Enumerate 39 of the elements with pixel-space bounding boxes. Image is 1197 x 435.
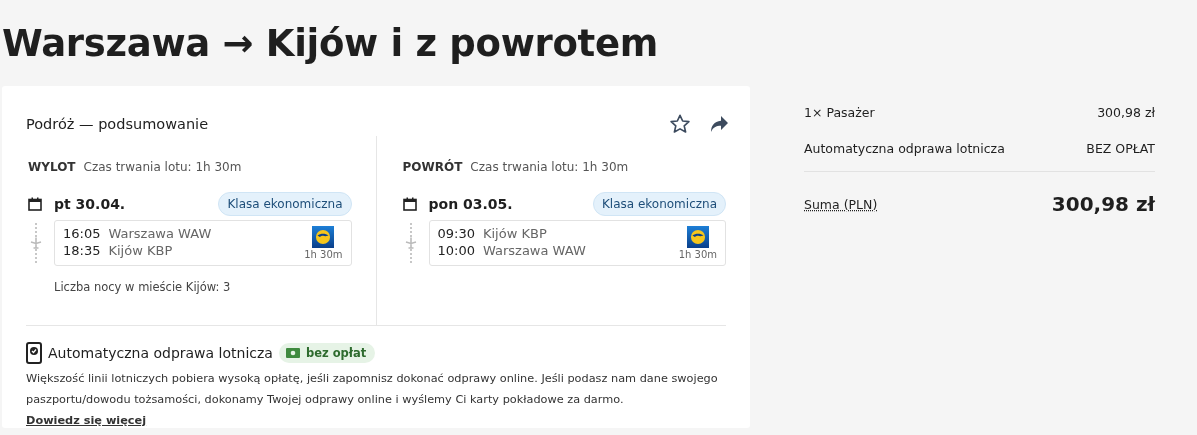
banknote-icon	[285, 348, 300, 358]
flight-segment-card[interactable]: 16:05 Warszawa WAW 18:35 Kijów KBP 1h 30m	[54, 220, 352, 266]
arrival-time: 18:35	[63, 243, 101, 260]
departure-airport: Warszawa WAW	[108, 226, 212, 243]
total-label: Suma (PLN)	[804, 196, 878, 212]
arrival-airport: Kijów KBP	[108, 243, 174, 260]
leg-label: WYLOT	[28, 160, 76, 174]
summary-label: 1× Pasażer	[804, 105, 875, 120]
segment-duration: 1h 30m	[678, 249, 717, 260]
phone-check-icon	[26, 342, 42, 364]
flight-segment-card[interactable]: 09:30 Kijów KBP 10:00 Warszawa WAW 1h 30m	[428, 220, 726, 266]
segment-duration: 1h 30m	[304, 249, 343, 260]
arrival-time: 10:00	[437, 243, 475, 260]
checkin-title: Automatyczna odprawa lotnicza	[48, 345, 273, 361]
nights-note: Liczba nocy w mieście Kijów: 3	[54, 280, 232, 294]
flight-duration: Czas trwania lotu: 1h 30m	[470, 160, 629, 174]
departure-time: 16:05	[63, 226, 101, 243]
card-heading: Podróż — podsumowanie	[26, 116, 210, 132]
leg-label: POWRÓT	[402, 160, 463, 174]
checkin-description: Większość linii lotniczych pobiera wysoką opłatę, jeśli zapomnisz dokonać odprawy online. Jeśli podasz nam dane swojego paszportu/dowodu tożsamości, dokonamy Twojej odprawy online i wyślemy Ci karty pokładowe za darmo. Dowiedz się więcej	[26, 371, 719, 429]
flight-date: pt 30.04.	[54, 196, 127, 212]
star-icon[interactable]	[669, 113, 691, 135]
total-price: 300,98 zł	[1051, 192, 1155, 216]
summary-value: 300,98 zł	[1097, 105, 1155, 120]
free-badge: bez opłat	[278, 343, 376, 363]
cabin-class-badge: Klasa ekonomiczna	[592, 192, 726, 216]
summary-label: Automatyczna odprawa lotnicza	[804, 141, 1005, 156]
page-title: Warszawa → Kijów i z powrotem	[2, 20, 660, 67]
cabin-class-badge: Klasa ekonomiczna	[218, 192, 352, 216]
departure-time: 09:30	[437, 226, 475, 243]
flight-duration: Czas trwania lotu: 1h 30m	[83, 160, 242, 174]
departure-airport: Kijów KBP	[482, 226, 548, 243]
flight-date: pon 03.05.	[428, 196, 514, 212]
learn-more-link[interactable]: Dowiedz się więcej	[26, 414, 147, 427]
calendar-icon	[402, 197, 417, 211]
arrival-airport: Warszawa WAW	[482, 243, 586, 260]
calendar-icon	[28, 197, 42, 211]
share-icon[interactable]	[709, 114, 729, 134]
summary-value: BEZ OPŁAT	[1086, 141, 1155, 156]
